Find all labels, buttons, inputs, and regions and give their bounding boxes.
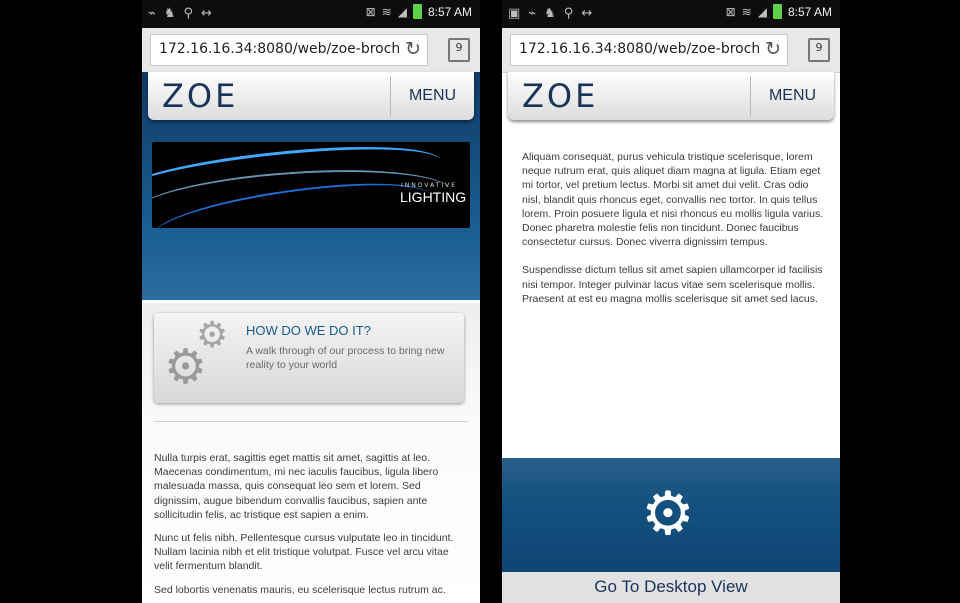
menu-label: MENU <box>768 87 817 104</box>
signal-icon: ◢ <box>757 4 767 19</box>
clock: 8:57 AM <box>787 4 832 19</box>
banner-tagline-small: INNOVATIVE <box>401 182 458 189</box>
sync-icon: ↔ <box>581 6 593 21</box>
promo-title: HOW DO WE DO IT? <box>246 323 371 338</box>
tab-count: 9 <box>455 41 463 54</box>
body-text: Aliquam consequat, purus vehicula tristi… <box>522 150 830 320</box>
tab-count: 9 <box>815 41 823 54</box>
reload-icon[interactable]: ↻ <box>765 38 781 60</box>
url-field[interactable]: 172.16.16.34:8080/web/zoe-brochure ↻ <box>510 34 788 66</box>
divider <box>154 421 468 422</box>
app-icon: ♞ <box>544 6 556 21</box>
banner-tagline-big: LIGHTING <box>400 189 467 205</box>
phone-screen-1: ⌁ ♞ ⚲ ↔ ⊠ ≋ ◢ 8:57 AM 172.16.16.34:8080/… <box>142 0 480 603</box>
wifi-icon: ≋ <box>741 4 752 19</box>
browser-toolbar: 172.16.16.34:8080/web/zoe-brochure ↻ 9 <box>502 28 840 73</box>
site-logo[interactable]: ZOE <box>162 77 238 115</box>
signal-icon: ◢ <box>397 4 407 19</box>
paragraph: Nunc ut felis nibh. Pellentesque cursus … <box>154 532 454 573</box>
tabs-button[interactable]: 9 <box>808 38 830 62</box>
mute-icon: ⊠ <box>365 4 376 19</box>
lighting-banner[interactable]: INNOVATIVE LIGHTING <box>152 142 470 228</box>
url-text[interactable]: 172.16.16.34:8080/web/zoe-brochure <box>519 41 759 57</box>
search-icon: ⚲ <box>563 6 574 21</box>
status-bar: ⌁ ♞ ⚲ ↔ ⊠ ≋ ◢ 8:57 AM <box>142 0 480 28</box>
battery-icon <box>772 4 782 19</box>
desktop-view-label: Go To Desktop View <box>594 577 748 596</box>
url-text[interactable]: 172.16.16.34:8080/web/zoe-brochure <box>159 41 399 57</box>
paragraph: Nulla turpis erat, sagittis eget mattis … <box>154 452 439 521</box>
notification-icons: ⌁ ♞ ⚲ ↔ <box>148 6 212 22</box>
gear-icon: ⚙ <box>164 339 208 395</box>
usb-icon: ⌁ <box>148 6 156 21</box>
site-header: ZOE MENU <box>148 72 474 120</box>
reload-icon[interactable]: ↻ <box>405 38 421 60</box>
wifi-icon: ≋ <box>381 4 392 19</box>
content-section: Aliquam consequat, purus vehicula tristi… <box>502 120 840 458</box>
paragraph: Suspendisse dictum tellus sit amet sapie… <box>522 264 823 305</box>
notification-icons: ▣ ⌁ ♞ ⚲ ↔ <box>508 6 592 22</box>
sync-icon: ↔ <box>201 6 212 21</box>
menu-label: MENU <box>408 87 457 104</box>
paragraph: Sed lobortis venenatis mauris, eu sceler… <box>154 583 446 596</box>
body-text: Nulla turpis erat, sagittis eget mattis … <box>154 451 466 603</box>
promo-subtitle: A walk through of our process to bring n… <box>246 345 445 371</box>
search-icon: ⚲ <box>183 6 194 21</box>
url-field[interactable]: 172.16.16.34:8080/web/zoe-brochure ↻ <box>150 34 428 66</box>
app-icon: ♞ <box>163 6 176 21</box>
how-we-do-it-card[interactable]: ⚙ ⚙ HOW DO WE DO IT? A walk through of o… <box>154 313 464 403</box>
site-logo[interactable]: ZOE <box>522 77 598 115</box>
usb-icon: ⌁ <box>528 6 537 21</box>
tabs-button[interactable]: 9 <box>448 38 470 62</box>
menu-button[interactable]: MENU <box>751 72 834 120</box>
system-icons: ⊠ ≋ ◢ 8:57 AM <box>366 4 472 19</box>
mute-icon: ⊠ <box>725 4 736 19</box>
battery-icon <box>412 4 422 19</box>
desktop-view-link[interactable]: Go To Desktop View <box>502 572 840 603</box>
site-header: ZOE MENU <box>508 72 834 120</box>
clock: 8:57 AM <box>427 4 472 19</box>
paragraph: Aliquam consequat, purus vehicula tristi… <box>522 151 824 249</box>
phone-screen-2: ▣ ⌁ ♞ ⚲ ↔ ⊠ ≋ ◢ 8:57 AM 172.16.16.34:808… <box>502 0 840 603</box>
gear-icon: ⚙ <box>641 479 695 549</box>
footer: ⚙ <box>502 458 840 572</box>
browser-toolbar: 172.16.16.34:8080/web/zoe-brochure ↻ 9 <box>142 28 480 73</box>
image-icon: ▣ <box>508 6 521 21</box>
content-section: ⚙ ⚙ HOW DO WE DO IT? A walk through of o… <box>142 303 480 603</box>
system-icons: ⊠ ≋ ◢ 8:57 AM <box>726 4 832 19</box>
status-bar: ▣ ⌁ ♞ ⚲ ↔ ⊠ ≋ ◢ 8:57 AM <box>502 0 840 28</box>
menu-button[interactable]: MENU <box>391 72 474 120</box>
